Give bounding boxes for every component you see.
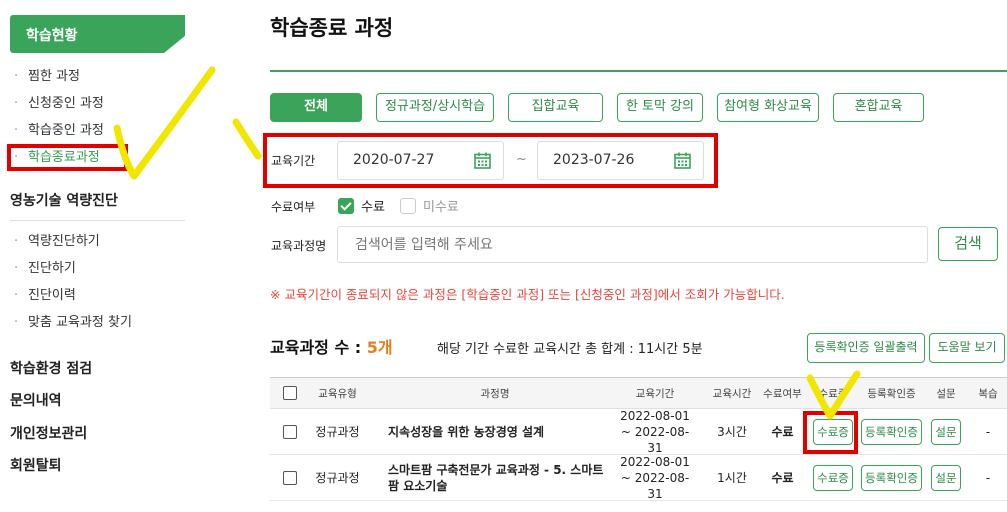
sidebar-item-do-diagnosis[interactable]: · 진단하기 [14,255,132,282]
help-button[interactable]: 도움말 보기 [929,333,1005,363]
cell-period: 2022-08-01 ~ 2022-08-31 [620,408,690,455]
table-row: 정규과정 지속성장을 위한 농장경영 설계 2022-08-01 ~ 2022-… [270,409,1007,455]
total-hours: 해당 기간 수료한 교육시간 총 합계 : 11시간 5분 [437,342,703,357]
sidebar-item-applying[interactable]: · 신청중인 과정 [14,90,104,117]
course-name-label: 교육과정명 [271,239,327,253]
end-date-field[interactable]: 2023-07-26 [537,141,704,180]
registration-cert-button[interactable]: 등록확인증 [861,418,922,445]
row-checkbox[interactable] [283,424,297,439]
row-checkbox[interactable] [283,470,297,485]
sidebar-item-wishlist[interactable]: · 찜한 과정 [14,63,104,90]
sidebar-item-completed[interactable]: · 학습종료과정 [14,144,104,171]
tab-all[interactable]: 전체 [270,93,362,122]
bulk-print-button[interactable]: 등록확인증 일괄출력 [807,333,925,363]
sidebar-item-history[interactable]: · 진단이력 [14,282,132,309]
cell-type: 정규과정 [315,425,360,439]
course-table: 교육유형 과정명 교육기간 교육시간 수료여부 수료증 등록확인증 설문 복습 … [270,377,1007,501]
count-value: 5개 [366,338,393,357]
survey-button[interactable]: 설문 [931,418,961,445]
cell-period: 2022-08-01 ~ 2022-08-31 [620,454,690,501]
start-date-value: 2020-07-27 [353,152,435,168]
cell-type: 정규과정 [315,471,360,485]
table-row: 정규과정 스마트팜 구축전문가 교육과정 - 5. 스마트팜 요소기술 2022… [270,455,1007,501]
col-name: 과정명 [480,387,510,400]
col-status: 수료여부 [763,387,802,400]
select-all-checkbox[interactable] [283,386,297,400]
calendar-icon[interactable] [474,152,491,169]
cell-hours: 3시간 [717,425,747,439]
sidebar-item-studying[interactable]: · 학습중인 과정 [14,117,104,144]
page: 학습현황 · 찜한 과정 · 신청중인 과정 · 학습중인 과정 · 학습종료과정 영농… [0,0,1007,512]
tab-blended[interactable]: 혼합교육 [833,93,924,122]
completion-checkbox[interactable]: 수료 [338,196,385,215]
cell-review: - [985,424,991,439]
checked-icon[interactable] [338,197,354,214]
col-survey: 설문 [936,387,956,400]
certificate-button[interactable]: 수료증 [813,464,853,491]
col-review: 복습 [978,387,998,400]
unchecked-icon[interactable] [400,197,416,214]
date-separator: ~ [516,152,527,167]
notice-text: ※ 교육기간이 종료되지 않은 과정은 [학습중인 과정] 또는 [신청중인 과… [270,287,785,302]
cell-review: - [985,470,991,485]
incomplete-checkbox[interactable]: 미수료 [400,196,459,215]
tab-video-class[interactable]: 참여형 화상교육 [717,93,819,122]
tab-group[interactable]: 집합교육 [508,93,603,122]
course-type-tabs: 전체 정규과정/상시학습 집합교육 한 토막 강의 참여형 화상교육 혼합교육 [270,93,924,122]
study-menu: · 찜한 과정 · 신청중인 과정 · 학습중인 과정 · 학습종료과정 [14,63,104,171]
title-divider [270,70,1007,72]
col-period: 교육기간 [635,387,675,400]
col-type: 교육유형 [318,387,357,400]
registration-cert-button[interactable]: 등록확인증 [861,464,922,491]
sidebar-item-diagnose[interactable]: · 역량진단하기 [14,228,132,255]
sidebar-item-find-course[interactable]: · 맞춤 교육과정 찾기 [14,309,132,336]
completion-label: 수료여부 [271,200,316,214]
cell-status: 수료 [771,425,794,439]
start-date-field[interactable]: 2020-07-27 [337,141,504,180]
sidebar-divider [10,220,185,221]
col-cert: 수료증 [818,387,848,400]
cell-hours: 1시간 [717,471,747,485]
checkmark-icon [232,118,262,160]
sidebar-section-profile[interactable]: 개인정보관리 [10,423,87,443]
col-hours: 교육시간 [712,387,752,400]
period-label: 교육기간 [271,154,316,168]
checkmark-icon [113,66,216,180]
tab-short-lecture[interactable]: 한 토막 강의 [617,93,703,122]
table-header: 교육유형 과정명 교육기간 교육시간 수료여부 수료증 등록확인증 설문 복습 [270,377,1007,409]
end-date-value: 2023-07-26 [553,152,635,168]
course-count: 교육과정 수 : 5개 [270,338,393,357]
sidebar-section-inquiry[interactable]: 문의내역 [10,390,62,410]
cell-course-name[interactable]: 지속성장을 위한 농장경영 설계 [388,409,613,454]
cell-status: 수료 [771,471,794,485]
cell-course-name[interactable]: 스마트팜 구축전문가 교육과정 - 5. 스마트팜 요소기술 [388,455,613,500]
survey-button[interactable]: 설문 [931,464,961,491]
certificate-button[interactable]: 수료증 [813,418,853,445]
search-input[interactable] [337,226,928,263]
col-reg-cert: 등록확인증 [867,387,916,400]
sidebar-section-diagnosis[interactable]: 영농기술 역량진단 [10,190,118,210]
sidebar-section-withdraw[interactable]: 회원탈퇴 [10,455,62,475]
calendar-icon[interactable] [674,152,691,169]
tab-regular[interactable]: 정규과정/상시학습 [376,93,494,122]
diagnosis-menu: · 역량진단하기 · 진단하기 · 진단이력 · 맞춤 교육과정 찾기 [14,228,132,336]
search-button[interactable]: 검색 [938,227,998,261]
page-title: 학습종료 과정 [270,16,394,40]
sidebar-header[interactable]: 학습현황 [10,15,185,53]
sidebar-section-env[interactable]: 학습환경 점검 [10,358,92,378]
